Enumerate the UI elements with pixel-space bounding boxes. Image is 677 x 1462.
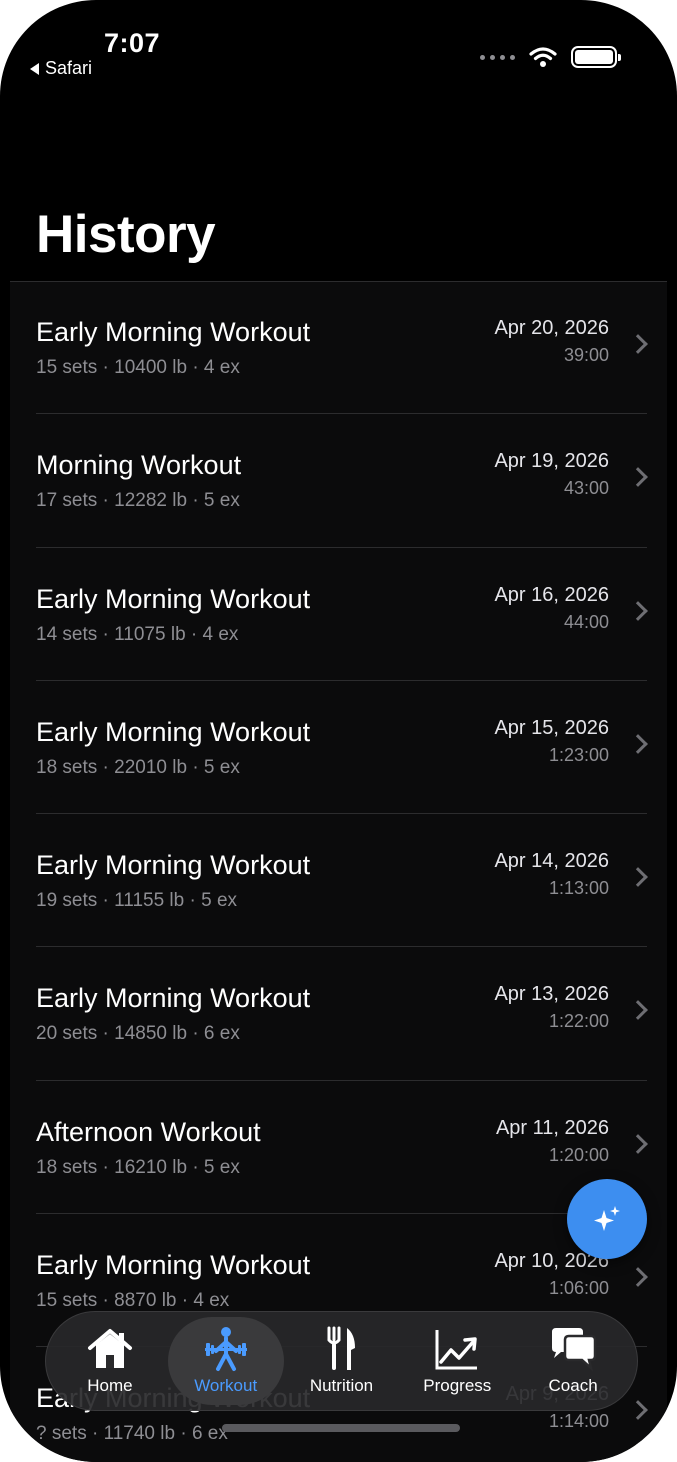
chevron-right-icon	[628, 334, 648, 354]
tab-nutrition[interactable]: Nutrition	[284, 1317, 400, 1405]
workout-date: Apr 14, 2026	[494, 850, 609, 873]
tab-workout[interactable]: Workout	[167, 1317, 284, 1405]
workout-row[interactable]: Early Morning Workout 19 sets · 11155 lb …	[10, 814, 667, 948]
workout-name: Early Morning Workout	[36, 583, 311, 614]
workout-name: Early Morning Workout	[36, 983, 311, 1014]
tab-label: Workout	[194, 1376, 258, 1395]
battery-icon	[571, 46, 621, 68]
fork-knife-icon	[327, 1326, 356, 1370]
workout-row[interactable]: Early Morning Workout 18 sets · 22010 lb …	[10, 681, 667, 815]
workout-summary: 19 sets · 11155 lb · 5 ex	[36, 890, 238, 912]
workout-duration: 1:22:00	[548, 1011, 609, 1032]
workout-summary: 20 sets · 14850 lb · 6 ex	[36, 1023, 240, 1045]
workout-row[interactable]: Early Morning Workout 15 sets · 10400 lb …	[10, 281, 667, 415]
status-time: 7:07	[104, 28, 161, 58]
workout-date: Apr 16, 2026	[494, 583, 609, 606]
workout-duration: 1:06:00	[548, 1278, 609, 1299]
workout-duration: 43:00	[563, 478, 609, 499]
chevron-right-icon	[628, 600, 648, 621]
page-title: History	[36, 205, 216, 264]
tab-coach[interactable]: Coach	[515, 1317, 631, 1405]
workout-summary: 14 sets · 11075 lb · 4 ex	[36, 623, 239, 645]
home-icon	[87, 1329, 132, 1368]
tab-label: Home	[87, 1376, 133, 1395]
workout-duration: 1:20:00	[548, 1144, 609, 1165]
chat-bubbles-icon	[552, 1328, 597, 1372]
sparkles-icon	[594, 1206, 620, 1231]
workout-date: Apr 19, 2026	[494, 450, 609, 473]
chevron-right-icon	[628, 467, 648, 488]
workout-name: Early Morning Workout	[36, 1250, 311, 1281]
weightlifter-icon	[204, 1327, 247, 1371]
workout-name: Early Morning Workout	[36, 850, 311, 881]
workout-summary: 17 sets · 12282 lb · 5 ex	[36, 490, 240, 512]
signal-dots-icon	[480, 54, 515, 60]
tab-label: Nutrition	[309, 1376, 374, 1395]
workout-summary: ? sets · 11740 lb · 6 ex	[36, 1423, 228, 1445]
workout-date: Apr 11, 2026	[495, 1116, 609, 1139]
workout-row[interactable]: Early Morning Workout 20 sets · 14850 lb …	[10, 947, 667, 1081]
chevron-right-icon	[628, 1267, 648, 1287]
tab-label: Coach	[548, 1376, 598, 1395]
workout-date: Apr 20, 2026	[494, 317, 609, 339]
tab-progress[interactable]: Progress	[399, 1317, 515, 1405]
chevron-right-icon	[628, 867, 648, 888]
workout-duration: 1:14:00	[548, 1411, 609, 1432]
workout-summary: 15 sets · 10400 lb · 4 ex	[36, 357, 240, 378]
workout-row[interactable]: Morning Workout 17 sets · 12282 lb · 5 ex…	[10, 414, 667, 548]
workout-name: Morning Workout	[36, 450, 242, 481]
workout-name: Afternoon Workout	[36, 1116, 261, 1147]
chevron-right-icon	[628, 1400, 648, 1421]
chevron-right-icon	[628, 1000, 648, 1021]
workout-duration: 1:23:00	[548, 744, 609, 765]
workout-date: Apr 13, 2026	[494, 983, 609, 1006]
workout-row[interactable]: Early Morning Workout 14 sets · 11075 lb …	[10, 548, 667, 681]
chevron-right-icon	[628, 733, 648, 754]
phone-screen: 7:07 Safari History Early Morning Workou…	[0, 0, 677, 1462]
workout-history-list[interactable]: Early Morning Workout 15 sets · 10400 lb …	[10, 281, 667, 1462]
workout-summary: 15 sets · 8870 lb · 4 ex	[36, 1290, 230, 1312]
home-indicator	[222, 1424, 460, 1432]
tab-label: Progress	[423, 1376, 492, 1395]
back-to-safari[interactable]: Safari	[30, 58, 92, 79]
workout-name: Early Morning Workout	[36, 317, 311, 347]
back-label: Safari	[45, 58, 93, 78]
workout-name: Early Morning Workout	[36, 716, 311, 747]
wifi-icon	[529, 47, 557, 67]
workout-duration: 44:00	[563, 611, 609, 632]
workout-duration: 39:00	[563, 345, 609, 365]
workout-duration: 1:13:00	[548, 878, 609, 899]
chart-icon	[435, 1330, 478, 1370]
workout-summary: 18 sets · 16210 lb · 5 ex	[36, 1156, 240, 1178]
tab-bar: Home Workout Nutrition Progress Coach	[45, 1311, 638, 1411]
back-arrow-icon	[30, 62, 39, 75]
status-indicators	[480, 46, 621, 68]
workout-date: Apr 15, 2026	[494, 716, 609, 739]
chevron-right-icon	[628, 1133, 648, 1154]
workout-row[interactable]: Afternoon Workout 18 sets · 16210 lb · 5 …	[10, 1081, 667, 1215]
workout-summary: 18 sets · 22010 lb · 5 ex	[36, 756, 240, 778]
ai-assist-button[interactable]	[567, 1179, 647, 1259]
tab-home[interactable]: Home	[52, 1317, 168, 1405]
